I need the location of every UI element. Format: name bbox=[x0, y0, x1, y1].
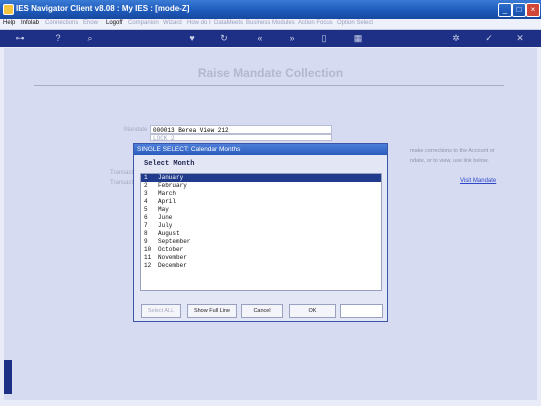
list-item[interactable]: 1 January bbox=[141, 174, 381, 182]
menu-how-do-i[interactable]: How do I bbox=[187, 20, 211, 26]
list-item[interactable]: 7 July bbox=[141, 222, 381, 230]
month-select-dialog: SINGLE SELECT: Calendar Months Select Mo… bbox=[133, 143, 388, 322]
list-item[interactable]: 3 March bbox=[141, 190, 381, 198]
forward-icon[interactable]: » bbox=[286, 32, 298, 44]
menu-business-modules[interactable]: Business Modules bbox=[246, 20, 295, 26]
show-full-line-button[interactable]: Show Full Line bbox=[187, 304, 237, 318]
dialog-heading: Select Month bbox=[144, 160, 195, 168]
menu-option-select[interactable]: Option Select bbox=[337, 20, 373, 26]
menu-infolab[interactable]: Infolab bbox=[21, 20, 39, 26]
dialog-title: SINGLE SELECT: Calendar Months bbox=[134, 144, 387, 155]
menu-logoff[interactable]: Logoff bbox=[106, 20, 123, 26]
maximize-icon[interactable]: □ bbox=[512, 3, 526, 17]
document-icon[interactable]: ▯ bbox=[318, 32, 330, 44]
grid-icon[interactable]: ▦ bbox=[352, 32, 364, 44]
visit-mandate-link[interactable]: Visit Mandate bbox=[460, 178, 496, 184]
transact-label-2: Transact bbox=[110, 180, 134, 186]
back-icon[interactable]: « bbox=[254, 32, 266, 44]
title-bar: IES Navigator Client v8.08 : My IES : [m… bbox=[0, 0, 541, 19]
list-item[interactable]: 10 October bbox=[141, 246, 381, 254]
search-icon[interactable]: ⌕ bbox=[84, 32, 96, 44]
info-text-2: ndate, or to view, use link below. bbox=[410, 158, 489, 164]
list-item[interactable]: 8 August bbox=[141, 230, 381, 238]
list-item[interactable]: 2 February bbox=[141, 182, 381, 190]
app-icon bbox=[3, 4, 14, 15]
menu-connections[interactable]: Connections bbox=[45, 20, 78, 26]
help-icon[interactable]: ? bbox=[52, 32, 64, 44]
close-icon[interactable]: × bbox=[526, 3, 540, 17]
divider bbox=[34, 85, 504, 86]
check-icon[interactable]: ✓ bbox=[483, 32, 495, 44]
menu-companion[interactable]: Companion bbox=[128, 20, 159, 26]
list-item[interactable]: 6 June bbox=[141, 214, 381, 222]
settings-icon[interactable]: ✲ bbox=[450, 32, 462, 44]
side-panel[interactable] bbox=[4, 360, 12, 394]
select-all-button[interactable]: Select ALL bbox=[141, 304, 181, 318]
toolbar: ⊶ ? ⌕ ♥ ↻ « » ▯ ▦ ✲ ✓ ✕ bbox=[0, 30, 541, 47]
menu-action-focus[interactable]: Action Focus bbox=[298, 20, 333, 26]
ok-button[interactable]: OK bbox=[289, 304, 336, 318]
cancel-button[interactable]: Cancel bbox=[241, 304, 283, 318]
refresh-icon[interactable]: ↻ bbox=[218, 32, 230, 44]
list-item[interactable]: 9 September bbox=[141, 238, 381, 246]
transact-label-1: Transact bbox=[110, 170, 134, 176]
menu-ehow[interactable]: Ehow bbox=[83, 20, 98, 26]
mandate-field[interactable]: 000013 Berea View 212 bbox=[150, 125, 332, 134]
heart-icon[interactable]: ♥ bbox=[186, 32, 198, 44]
info-text-1: make corrections to the Account or bbox=[410, 148, 495, 154]
cancel-icon[interactable]: ✕ bbox=[514, 32, 526, 44]
month-list[interactable]: 1 January 2 February 3 March 4 April 5 May 6J… bbox=[140, 173, 382, 291]
menu-help[interactable]: Help bbox=[3, 20, 15, 26]
window-title: IES Navigator Client v8.08 : My IES : [m… bbox=[16, 4, 190, 13]
blank-input[interactable] bbox=[340, 304, 383, 318]
list-item[interactable]: 11 November bbox=[141, 254, 381, 262]
menu-wizard[interactable]: Wizard bbox=[163, 20, 182, 26]
menu-datameets[interactable]: DataMeets bbox=[214, 20, 243, 26]
menu-bar: Help Infolab Connections Ehow Logoff Com… bbox=[0, 19, 541, 30]
mandate-label: Mandate bbox=[124, 127, 148, 133]
page-title: Raise Mandate Collection bbox=[197, 66, 344, 80]
minimize-icon[interactable]: _ bbox=[498, 3, 512, 17]
list-item[interactable]: 4 April bbox=[141, 198, 381, 206]
list-item[interactable]: 5 May bbox=[141, 206, 381, 214]
key-icon[interactable]: ⊶ bbox=[10, 32, 30, 44]
list-item[interactable]: 12 December bbox=[141, 262, 381, 270]
second-field[interactable]: LOCK 2 bbox=[150, 134, 332, 142]
